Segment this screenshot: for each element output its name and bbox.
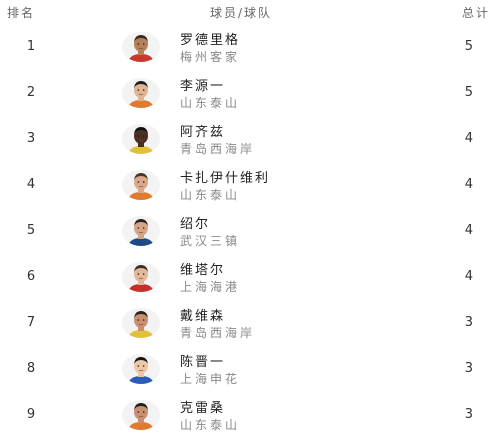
goal-total: 5 (464, 85, 473, 100)
player-avatar[interactable] (122, 262, 160, 292)
player-avatar[interactable] (122, 354, 160, 384)
player-name[interactable]: 李源一 (180, 75, 225, 94)
player-avatar[interactable] (122, 400, 160, 430)
player-photo-icon (122, 400, 160, 430)
team-name[interactable]: 上海海港 (180, 278, 240, 295)
table-row[interactable]: 3 阿齐兹 青岛西海岸 4 (0, 115, 500, 161)
player-avatar[interactable] (122, 308, 160, 338)
total-column-header: 总计 (461, 6, 490, 20)
goal-total: 4 (464, 177, 473, 192)
team-name[interactable]: 山东泰山 (180, 94, 240, 111)
player-name[interactable]: 罗德里格 (180, 29, 240, 48)
scorer-list: 1 罗德里格 梅州客家 5 2 李源一 山东泰山 5 3 阿齐兹 青岛西海岸 4 4 卡扎伊什维利 山东泰山… (0, 23, 500, 437)
table-row[interactable]: 6 维塔尔 上海海港 4 (0, 253, 500, 299)
player-photo-icon (122, 124, 160, 154)
player-name[interactable]: 绍尔 (180, 213, 210, 232)
player-photo-icon (122, 78, 160, 108)
table-row[interactable]: 8 陈晋一 上海申花 3 (0, 345, 500, 391)
goal-total: 4 (464, 223, 473, 238)
table-row[interactable]: 4 卡扎伊什维利 山东泰山 4 (0, 161, 500, 207)
goal-total: 3 (464, 361, 473, 376)
team-name[interactable]: 上海申花 (180, 370, 240, 387)
rank-number: 2 (26, 85, 36, 100)
player-avatar[interactable] (122, 78, 160, 108)
player-photo-icon (122, 354, 160, 384)
player-name[interactable]: 阿齐兹 (180, 121, 225, 140)
team-name[interactable]: 山东泰山 (180, 186, 240, 203)
table-row[interactable]: 1 罗德里格 梅州客家 5 (0, 23, 500, 69)
player-photo-icon (122, 216, 160, 246)
player-avatar[interactable] (122, 216, 160, 246)
team-name[interactable]: 武汉三镇 (180, 232, 240, 249)
goal-total: 4 (464, 269, 473, 284)
goal-total: 5 (464, 39, 473, 54)
rank-number: 7 (26, 315, 36, 330)
player-avatar[interactable] (122, 170, 160, 200)
team-name[interactable]: 青岛西海岸 (180, 324, 255, 341)
player-team-column-header: 球员/球队 (210, 6, 273, 20)
team-name[interactable]: 梅州客家 (180, 48, 240, 65)
rank-number: 3 (26, 131, 36, 146)
rank-number: 6 (26, 269, 36, 284)
rank-number: 9 (26, 407, 36, 422)
rank-number: 8 (26, 361, 36, 376)
player-photo-icon (122, 170, 160, 200)
goal-total: 4 (464, 131, 473, 146)
player-name[interactable]: 克雷桑 (180, 397, 225, 416)
goal-total: 3 (464, 315, 473, 330)
table-row[interactable]: 9 克雷桑 山东泰山 3 (0, 391, 500, 437)
team-name[interactable]: 青岛西海岸 (180, 140, 255, 157)
rank-number: 5 (26, 223, 36, 238)
player-name[interactable]: 维塔尔 (180, 259, 225, 278)
player-name[interactable]: 卡扎伊什维利 (180, 167, 270, 186)
table-row[interactable]: 7 戴维森 青岛西海岸 3 (0, 299, 500, 345)
goal-total: 3 (464, 407, 473, 422)
player-name[interactable]: 戴维森 (180, 305, 225, 324)
table-row[interactable]: 5 绍尔 武汉三镇 4 (0, 207, 500, 253)
rank-number: 4 (26, 177, 36, 192)
table-header: 排名 球员/球队 总计 (0, 0, 500, 22)
player-photo-icon (122, 308, 160, 338)
rank-column-header: 排名 (7, 6, 36, 20)
table-row[interactable]: 2 李源一 山东泰山 5 (0, 69, 500, 115)
team-name[interactable]: 山东泰山 (180, 416, 240, 433)
rank-number: 1 (26, 39, 36, 54)
player-avatar[interactable] (122, 32, 160, 62)
player-name[interactable]: 陈晋一 (180, 351, 225, 370)
player-avatar[interactable] (122, 124, 160, 154)
player-photo-icon (122, 32, 160, 62)
player-photo-icon (122, 262, 160, 292)
